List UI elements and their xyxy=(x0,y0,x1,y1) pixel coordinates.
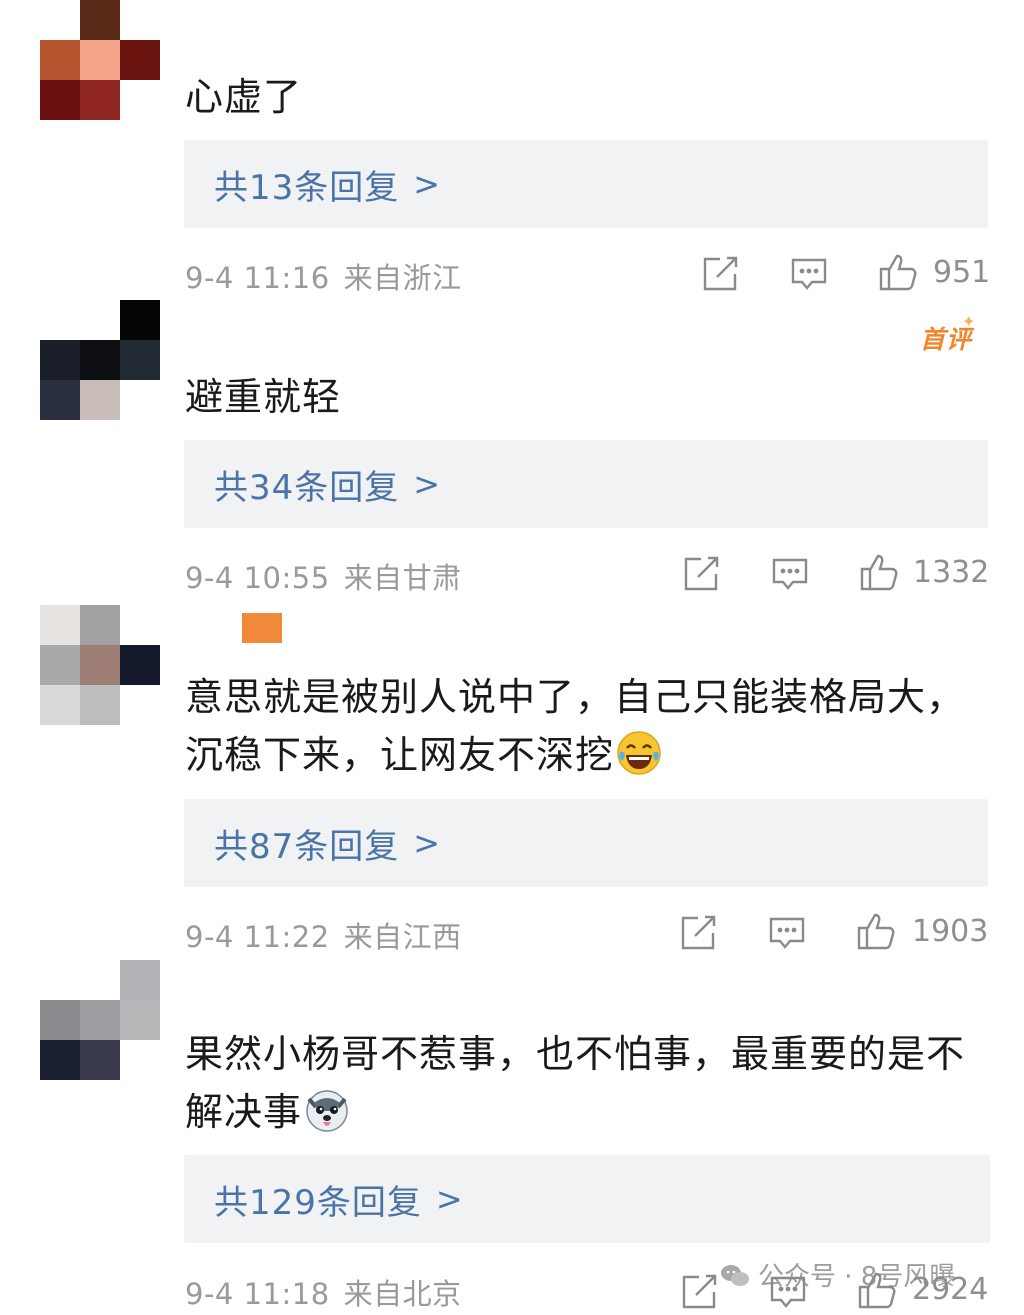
watermark-text: 公众号 · 8号风曝 xyxy=(758,1262,956,1292)
share-icon[interactable] xyxy=(700,254,740,294)
share-icon[interactable] xyxy=(681,554,721,594)
comment-meta: 9-4 11:16 来自浙江 xyxy=(185,255,462,297)
watermark: 公众号 · 8号风曝 xyxy=(720,1256,955,1293)
view-replies-button[interactable]: 共13条回复 > xyxy=(184,140,988,228)
like-count: 1903 xyxy=(912,914,989,949)
like-count: 1332 xyxy=(913,555,990,590)
comment-line: 解决事 xyxy=(185,1090,303,1134)
comment-line: 沉稳下来，让网友不深挖 xyxy=(185,733,615,777)
view-replies-button[interactable]: 共34条回复 > xyxy=(184,440,988,528)
avatar[interactable] xyxy=(40,605,161,726)
like-count: 951 xyxy=(933,255,991,290)
comment-meta: 9-4 10:55 来自甘肃 xyxy=(185,555,462,597)
share-icon[interactable] xyxy=(679,1272,719,1312)
comment-text: 果然小杨哥不惹事，也不怕事，最重要的是不 解决事 xyxy=(185,1025,995,1141)
chevron-right-icon: > xyxy=(413,165,441,203)
share-icon[interactable] xyxy=(678,913,718,953)
comment-text: 心虚了 xyxy=(185,68,995,126)
comment-location: 来自浙江 xyxy=(343,261,462,295)
laughing-crying-emoji-icon xyxy=(616,730,662,776)
avatar[interactable] xyxy=(40,960,161,1081)
comment-meta: 9-4 11:18 来自北京 xyxy=(185,1271,462,1313)
comment-line: 避重就轻 xyxy=(185,375,342,419)
comment-date: 9-4 11:18 xyxy=(185,1277,330,1311)
comment-date: 9-4 10:55 xyxy=(185,561,330,595)
comment-location: 来自北京 xyxy=(343,1277,462,1311)
reply-count-label: 共129条回复 xyxy=(214,1182,422,1223)
view-replies-button[interactable]: 共87条回复 > xyxy=(184,799,988,887)
chevron-right-icon: > xyxy=(413,465,441,503)
chevron-right-icon: > xyxy=(413,824,441,862)
comment-date: 9-4 11:16 xyxy=(185,261,330,295)
comment-line: 意思就是被别人说中了，自己只能装格局大， xyxy=(185,675,966,719)
like-icon[interactable] xyxy=(878,252,918,292)
user-level-badge xyxy=(242,613,282,643)
comment-location: 来自甘肃 xyxy=(343,561,462,595)
view-replies-button[interactable]: 共129条回复 > xyxy=(184,1155,990,1243)
comment-meta: 9-4 11:22 来自江西 xyxy=(185,914,462,956)
avatar[interactable] xyxy=(40,0,161,121)
comment-line: 果然小杨哥不惹事，也不怕事，最重要的是不 xyxy=(185,1032,966,1076)
sparkle-icon: ✦ xyxy=(962,312,976,331)
comment-line-wrap: 沉稳下来，让网友不深挖 xyxy=(185,726,995,784)
reply-count-label: 共87条回复 xyxy=(214,826,400,867)
comment-line: 心虚了 xyxy=(185,75,303,119)
like-icon[interactable] xyxy=(856,911,896,951)
wechat-icon xyxy=(720,1263,750,1289)
comment-date: 9-4 11:22 xyxy=(185,920,330,954)
comment-icon[interactable] xyxy=(789,254,829,294)
husky-dog-emoji-icon xyxy=(304,1087,350,1133)
reply-count-label: 共34条回复 xyxy=(214,467,400,508)
comment-icon[interactable] xyxy=(770,554,810,594)
chevron-right-icon: > xyxy=(435,1180,463,1218)
comment-location: 来自江西 xyxy=(343,920,462,954)
comment-text: 意思就是被别人说中了，自己只能装格局大， 沉稳下来，让网友不深挖 xyxy=(185,668,995,784)
like-icon[interactable] xyxy=(859,552,899,592)
reply-count-label: 共13条回复 xyxy=(214,167,400,208)
comment-line-wrap: 解决事 xyxy=(185,1083,995,1141)
comment-icon[interactable] xyxy=(767,913,807,953)
avatar[interactable] xyxy=(40,300,161,421)
comment-text: 避重就轻 xyxy=(185,368,995,426)
